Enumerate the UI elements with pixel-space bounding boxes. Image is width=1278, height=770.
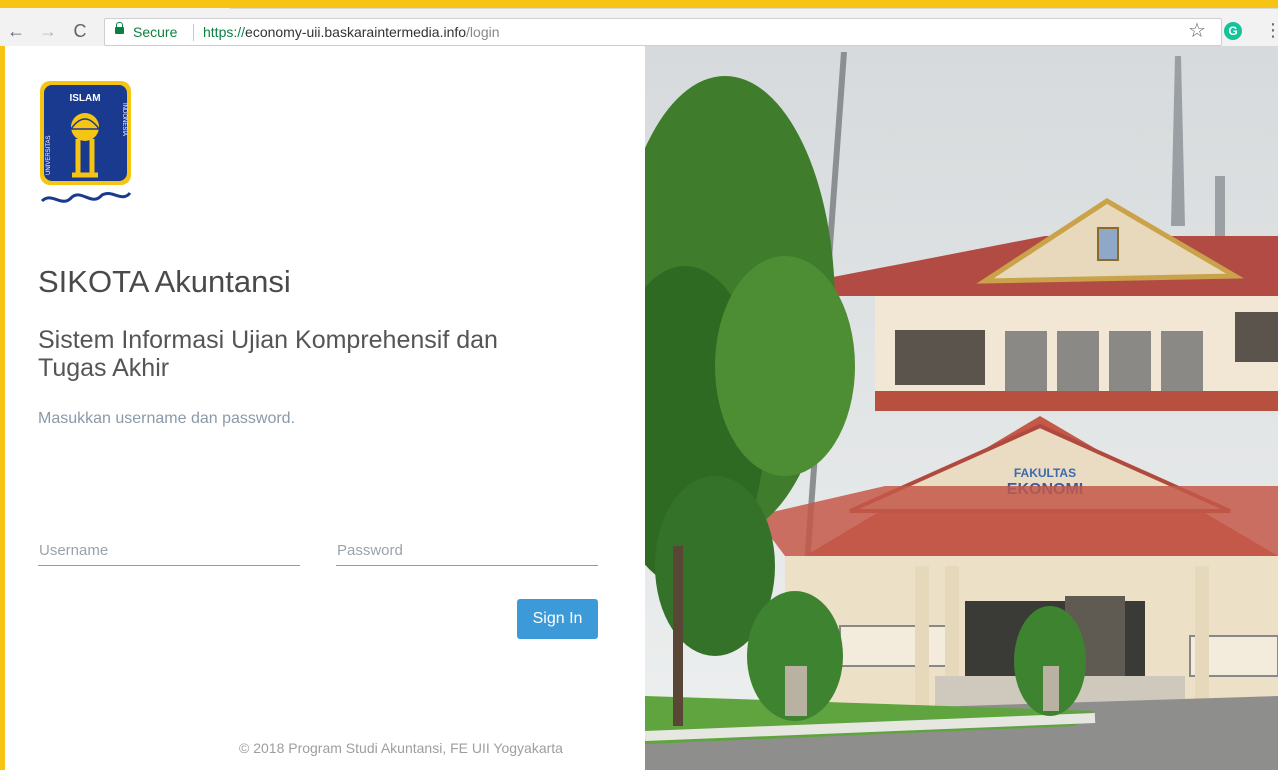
secure-label: Secure: [133, 24, 178, 40]
address-bar[interactable]: Secure https://economy-uii.baskarainterm…: [104, 18, 1222, 46]
bookmark-star-icon[interactable]: ☆: [1188, 20, 1206, 42]
logo-right-text: INDONESIA: [121, 103, 127, 136]
tab-strip-edge: [230, 8, 1278, 9]
reload-icon[interactable]: C: [70, 20, 90, 42]
login-instruction: Masukkan username dan password.: [38, 410, 296, 427]
logo-left-text: UNIVERSITAS: [46, 135, 52, 175]
url-host: economy-uii.baskaraintermedia.info: [245, 24, 467, 40]
url-scheme: https://: [203, 24, 246, 40]
logo-top-text: ISLAM: [69, 93, 100, 104]
building-sign-line1: FAKULTAS: [1014, 466, 1076, 480]
username-input[interactable]: [38, 536, 300, 566]
campus-building-photo: FAKULTAS EKONOMI: [645, 46, 1278, 770]
back-icon[interactable]: ←: [6, 20, 26, 42]
grammarly-extension-icon[interactable]: G: [1224, 22, 1242, 40]
login-panel: ISLAM UNIVERSITAS INDONESIA SIKOTA Akunt…: [5, 46, 645, 770]
university-logo: ISLAM UNIVERSITAS INDONESIA: [40, 81, 132, 203]
building-illustration: FAKULTAS EKONOMI: [645, 46, 1278, 770]
browser-toolbar: ← → C Secure https://economy-uii.baskara…: [0, 0, 1278, 46]
lock-icon: [115, 22, 124, 34]
browser-menu-icon[interactable]: ⋮: [1264, 19, 1278, 41]
forward-icon[interactable]: →: [38, 20, 58, 42]
password-input[interactable]: [336, 536, 598, 566]
page-title: SIKOTA Akuntansi: [38, 264, 291, 299]
page-subtitle: Sistem Informasi Ujian Komprehensif dan …: [38, 326, 498, 382]
footer-copyright: © 2018 Program Studi Akuntansi, FE UII Y…: [239, 740, 563, 756]
url-text[interactable]: https://economy-uii.baskaraintermedia.in…: [203, 24, 500, 40]
sign-in-button[interactable]: Sign In: [517, 599, 598, 639]
url-path: /login: [466, 24, 500, 40]
address-divider: [193, 24, 194, 41]
